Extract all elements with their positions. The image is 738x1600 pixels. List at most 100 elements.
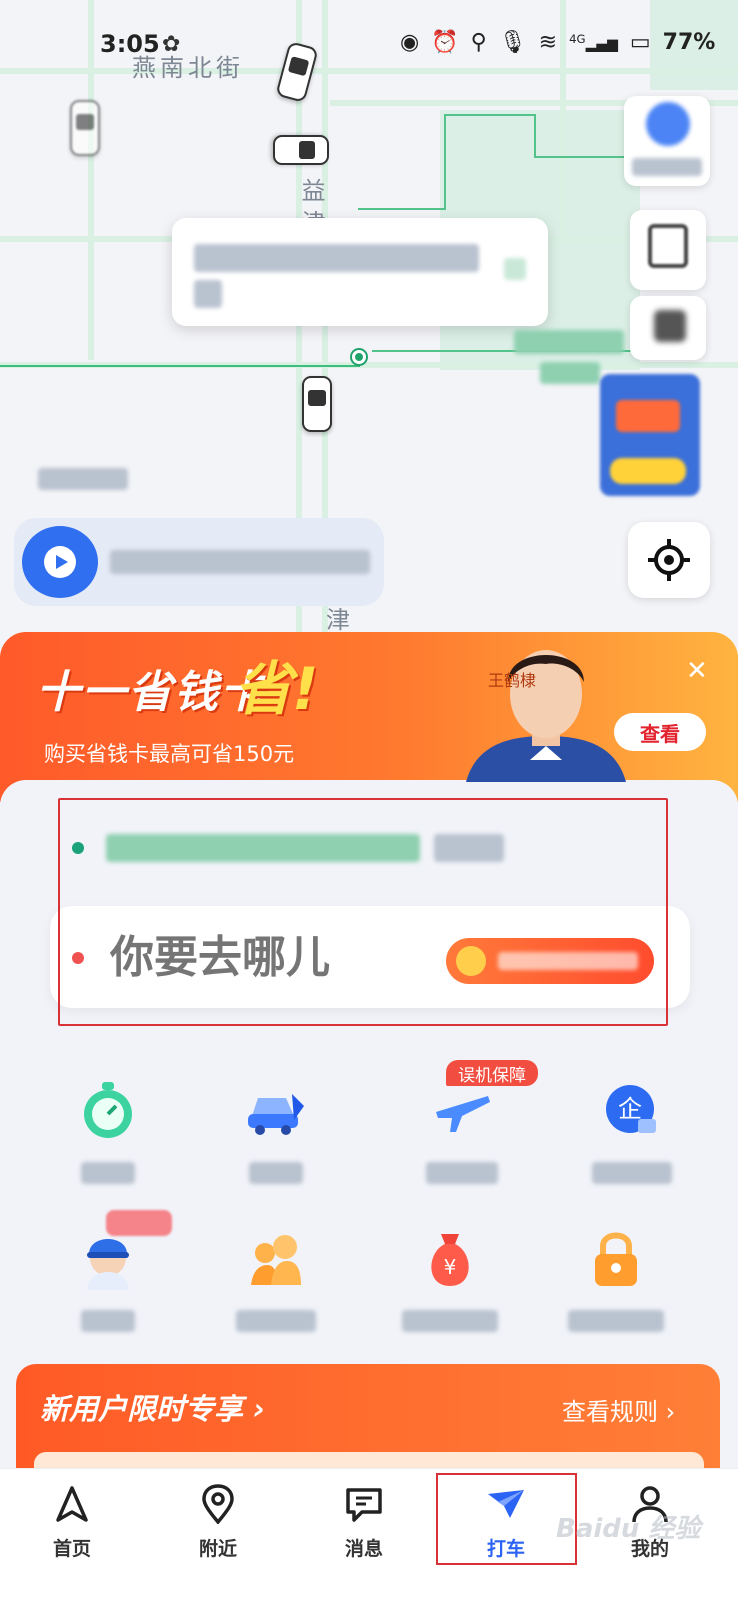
celebrity-image bbox=[446, 636, 646, 782]
eye-icon: ◉ bbox=[400, 30, 420, 55]
status-time: 3:05 bbox=[100, 30, 160, 58]
enterprise-icon: 企 bbox=[601, 1080, 663, 1142]
car-marker bbox=[302, 376, 332, 432]
destination-row[interactable] bbox=[50, 906, 690, 1008]
pickup-suffix bbox=[434, 834, 504, 862]
nav-nearby[interactable]: 附近 bbox=[168, 1482, 268, 1592]
promo-title-big: 省! bbox=[234, 655, 319, 723]
wifi-icon: ≋ bbox=[538, 30, 558, 55]
celebrity-name: 王鹤棣 bbox=[488, 671, 537, 690]
avatar-button[interactable] bbox=[624, 96, 710, 186]
layers-icon bbox=[648, 224, 688, 268]
watermark: Baidu 经验 bbox=[556, 1514, 701, 1544]
pickup-row[interactable] bbox=[66, 822, 666, 872]
wechat-icon: ✿ bbox=[162, 32, 181, 57]
promo-title: 十一省钱卡 bbox=[36, 667, 266, 718]
nav-label: 附近 bbox=[198, 1538, 237, 1560]
service-item[interactable]: ¥ bbox=[370, 1228, 530, 1348]
weather-indicator bbox=[38, 468, 128, 490]
taxi-icon bbox=[484, 1482, 528, 1526]
notice-bar[interactable] bbox=[14, 518, 384, 606]
route-line bbox=[444, 114, 446, 210]
stopwatch-icon bbox=[77, 1080, 139, 1142]
pickup-bubble-address-2 bbox=[194, 280, 222, 308]
lock-icon bbox=[585, 1228, 647, 1290]
service-badge bbox=[106, 1210, 172, 1236]
map-tool-button[interactable] bbox=[630, 296, 706, 360]
car-icon bbox=[245, 1080, 307, 1142]
crosshair-icon bbox=[648, 539, 690, 581]
nav-taxi[interactable]: 打车 bbox=[456, 1482, 556, 1592]
play-icon bbox=[22, 526, 98, 598]
svg-text:企: 企 bbox=[618, 1095, 642, 1123]
pickup-location-bubble[interactable] bbox=[172, 218, 548, 326]
notice-text bbox=[110, 550, 370, 574]
coin-icon bbox=[456, 946, 486, 976]
avatar-label bbox=[632, 158, 702, 176]
new-user-title: 新用户限时专享 › bbox=[40, 1392, 266, 1426]
alarm-icon: ⏰ bbox=[431, 30, 459, 55]
route-line bbox=[446, 114, 536, 116]
view-rules-link[interactable]: 查看规则 › bbox=[562, 1392, 675, 1427]
service-label bbox=[81, 1310, 135, 1332]
driver-icon bbox=[77, 1228, 139, 1290]
map-layer-button[interactable] bbox=[630, 210, 706, 290]
family-icon bbox=[245, 1228, 307, 1290]
route-line bbox=[0, 365, 360, 367]
destination-dot-icon bbox=[72, 952, 84, 964]
service-label bbox=[426, 1162, 498, 1184]
pickup-dot-icon bbox=[72, 842, 84, 854]
pickup-address bbox=[106, 834, 420, 862]
car-marker bbox=[70, 100, 100, 156]
nav-home[interactable]: 首页 bbox=[22, 1482, 122, 1592]
poi-label bbox=[514, 330, 624, 354]
battery-icon: ▭ bbox=[629, 30, 651, 55]
nav-messages[interactable]: 消息 bbox=[314, 1482, 414, 1592]
mic-icon: 🎙 bbox=[498, 30, 527, 55]
promo-subtitle: 购买省钱卡最高可省150元 bbox=[44, 742, 295, 766]
navigate-arrow-icon bbox=[50, 1482, 94, 1526]
promo-float-icon[interactable] bbox=[600, 374, 700, 496]
location-icon: ⚲ bbox=[470, 30, 487, 55]
car-marker bbox=[273, 135, 329, 165]
signal-icon: 4G▂▄▆ bbox=[569, 32, 618, 53]
service-label bbox=[592, 1162, 672, 1184]
promo-pill-text bbox=[498, 952, 638, 970]
route-line bbox=[534, 114, 536, 158]
nav-label: 消息 bbox=[344, 1538, 383, 1560]
street-label: 益 bbox=[297, 178, 325, 206]
status-bar: 3:05 ✿ ◉ ⏰ ⚲ 🎙 ≋ 4G▂▄▆ ▭ 77% bbox=[0, 0, 738, 92]
service-item[interactable] bbox=[382, 1080, 542, 1200]
tool-icon bbox=[654, 310, 686, 342]
close-icon[interactable]: ✕ bbox=[686, 656, 708, 686]
avatar-icon bbox=[646, 102, 690, 146]
money-bag-icon: ¥ bbox=[419, 1228, 481, 1290]
street-label: 津 bbox=[326, 606, 350, 634]
destination-input[interactable] bbox=[110, 932, 410, 983]
location-pin-icon bbox=[196, 1482, 240, 1526]
map-view[interactable]: 燕南北街 益 津 bbox=[0, 0, 738, 660]
service-label bbox=[249, 1162, 303, 1184]
battery-percent: 77% bbox=[662, 30, 716, 55]
status-icons: ◉ ⏰ ⚲ 🎙 ≋ 4G▂▄▆ ▭ 77% bbox=[400, 30, 715, 55]
service-item[interactable]: 企 bbox=[552, 1080, 712, 1200]
nav-label: 首页 bbox=[52, 1538, 91, 1560]
airplane-icon bbox=[431, 1080, 493, 1142]
route-line bbox=[358, 208, 446, 210]
destination-promo-pill[interactable] bbox=[446, 938, 654, 984]
service-item[interactable] bbox=[196, 1080, 356, 1200]
service-label bbox=[402, 1310, 498, 1332]
pickup-bubble-address bbox=[194, 244, 479, 272]
pickup-pin-icon bbox=[352, 350, 366, 364]
service-item[interactable] bbox=[28, 1080, 188, 1200]
view-button[interactable]: 查看 bbox=[614, 713, 706, 751]
service-item[interactable] bbox=[196, 1228, 356, 1348]
service-label bbox=[236, 1310, 316, 1332]
service-item[interactable] bbox=[536, 1228, 696, 1348]
svg-text:¥: ¥ bbox=[444, 1255, 457, 1279]
service-item[interactable] bbox=[28, 1228, 188, 1348]
locate-button[interactable] bbox=[628, 522, 710, 598]
service-label bbox=[81, 1162, 135, 1184]
poi-label bbox=[540, 362, 600, 384]
flight-guarantee-badge: 误机保障 bbox=[446, 1060, 538, 1086]
